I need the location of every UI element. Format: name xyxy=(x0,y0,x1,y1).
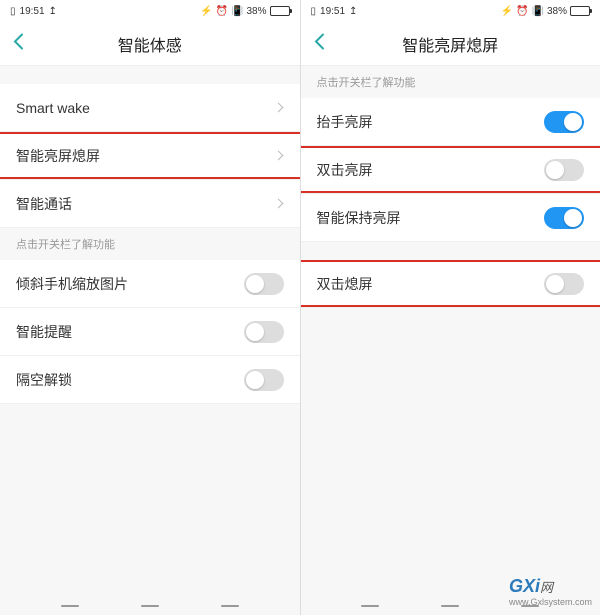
chevron-right-icon xyxy=(273,151,283,161)
watermark: GXi网 www.Gxlsystem.com xyxy=(509,576,592,607)
nav-key[interactable] xyxy=(61,605,79,607)
row-tilt-zoom[interactable]: 倾斜手机缩放图片 xyxy=(0,260,300,308)
content-left: Smart wake 智能亮屏熄屏 智能通话 点击开关栏了解功能 倾斜手机缩放图… xyxy=(0,66,300,597)
upload-icon: ↥ xyxy=(349,6,357,17)
toggle-smart-keep[interactable] xyxy=(544,207,584,229)
chevron-right-icon xyxy=(273,103,283,113)
row-smart-screen[interactable]: 智能亮屏熄屏 xyxy=(0,132,300,180)
row-double-tap-sleep[interactable]: 双击熄屏 xyxy=(301,260,600,308)
battery-percent: 38% xyxy=(246,6,266,17)
status-bar: ▯ 19:51 ↥ ⚡ ⏰ 📳 38% xyxy=(0,0,300,22)
toggle-smart-remind[interactable] xyxy=(244,321,284,343)
back-button[interactable] xyxy=(12,32,24,55)
row-label: 倾斜手机缩放图片 xyxy=(16,274,128,294)
nav-key[interactable] xyxy=(441,605,459,607)
section-header: 点击开关栏了解功能 xyxy=(301,66,600,98)
row-smart-wake[interactable]: Smart wake xyxy=(0,84,300,132)
toggle-air-unlock[interactable] xyxy=(244,369,284,391)
alarm-icon: ⏰ xyxy=(516,6,528,17)
row-double-tap-wake[interactable]: 双击亮屏 xyxy=(301,146,600,194)
status-time: 19:51 xyxy=(320,6,345,17)
battery-indicator-icon: ▯ xyxy=(10,6,16,17)
bluetooth-icon: ⚡ xyxy=(200,6,212,17)
chevron-left-icon xyxy=(313,32,325,50)
toggle-double-tap-wake[interactable] xyxy=(544,159,584,181)
section-header: 点击开关栏了解功能 xyxy=(0,228,300,260)
phone-left: ▯ 19:51 ↥ ⚡ ⏰ 📳 38% 智能体感 Smart wake xyxy=(0,0,301,615)
bluetooth-icon: ⚡ xyxy=(501,6,513,17)
status-time: 19:51 xyxy=(20,6,45,17)
nav-bar xyxy=(0,597,300,615)
row-label: 隔空解锁 xyxy=(16,370,72,390)
header: 智能体感 xyxy=(0,22,300,66)
row-label: 智能通话 xyxy=(16,194,72,214)
toggle-raise-wake[interactable] xyxy=(544,111,584,133)
watermark-brand: GXi xyxy=(509,576,540,596)
battery-icon xyxy=(270,6,290,16)
phone-right: ▯ 19:51 ↥ ⚡ ⏰ 📳 38% 智能亮屏熄屏 点击开关栏了解功能 抬手亮… xyxy=(301,0,600,615)
toggle-double-tap-sleep[interactable] xyxy=(544,273,584,295)
chevron-left-icon xyxy=(12,32,24,50)
row-smart-remind[interactable]: 智能提醒 xyxy=(0,308,300,356)
alarm-icon: ⏰ xyxy=(216,6,228,17)
row-air-unlock[interactable]: 隔空解锁 xyxy=(0,356,300,404)
row-label: 双击熄屏 xyxy=(317,274,373,294)
chevron-right-icon xyxy=(273,199,283,209)
vibrate-icon: 📳 xyxy=(231,6,243,17)
row-smart-call[interactable]: 智能通话 xyxy=(0,180,300,228)
battery-indicator-icon: ▯ xyxy=(311,6,317,17)
back-button[interactable] xyxy=(313,32,325,55)
status-bar: ▯ 19:51 ↥ ⚡ ⏰ 📳 38% xyxy=(301,0,600,22)
row-smart-keep[interactable]: 智能保持亮屏 xyxy=(301,194,600,242)
watermark-suffix: 网 xyxy=(540,580,553,595)
toggle-tilt-zoom[interactable] xyxy=(244,273,284,295)
row-label: Smart wake xyxy=(16,100,90,116)
page-title: 智能体感 xyxy=(118,32,182,56)
row-label: 智能亮屏熄屏 xyxy=(16,146,100,166)
vibrate-icon: 📳 xyxy=(532,6,544,17)
page-title: 智能亮屏熄屏 xyxy=(402,32,498,56)
battery-icon xyxy=(570,6,590,16)
row-label: 智能提醒 xyxy=(16,322,72,342)
nav-key[interactable] xyxy=(361,605,379,607)
nav-key[interactable] xyxy=(141,605,159,607)
row-label: 双击亮屏 xyxy=(317,160,373,180)
content-right: 点击开关栏了解功能 抬手亮屏 双击亮屏 智能保持亮屏 双击熄屏 xyxy=(301,66,600,597)
watermark-url: www.Gxlsystem.com xyxy=(509,597,592,607)
nav-key[interactable] xyxy=(221,605,239,607)
row-label: 抬手亮屏 xyxy=(317,112,373,132)
row-raise-wake[interactable]: 抬手亮屏 xyxy=(301,98,600,146)
header: 智能亮屏熄屏 xyxy=(301,22,600,66)
row-label: 智能保持亮屏 xyxy=(317,208,401,228)
battery-percent: 38% xyxy=(547,6,567,17)
upload-icon: ↥ xyxy=(49,6,57,17)
